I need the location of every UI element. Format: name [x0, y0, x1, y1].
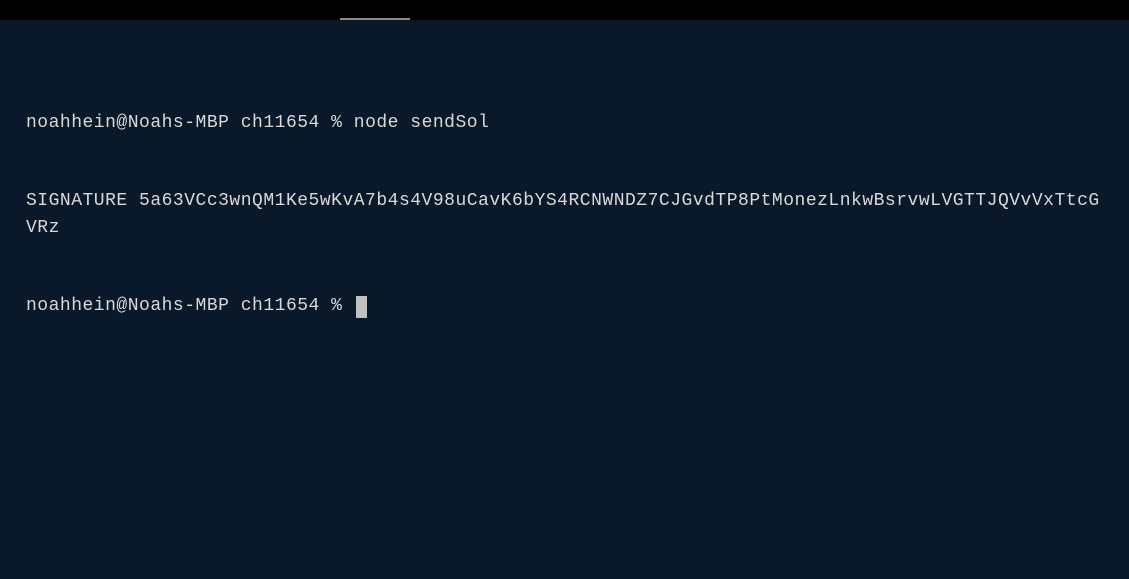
shell-prompt: noahhein@Noahs-MBP ch11654 %: [26, 296, 354, 316]
terminal-line: noahhein@Noahs-MBP ch11654 % node sendSo…: [26, 110, 1103, 136]
shell-prompt: noahhein@Noahs-MBP ch11654 %: [26, 113, 354, 133]
shell-command: node sendSol: [354, 113, 490, 133]
terminal-cursor[interactable]: [356, 296, 367, 318]
terminal-line: noahhein@Noahs-MBP ch11654 %: [26, 293, 1103, 319]
terminal-area[interactable]: noahhein@Noahs-MBP ch11654 % node sendSo…: [0, 20, 1129, 345]
window-titlebar: [0, 0, 1129, 20]
titlebar-tab-underline: [340, 18, 410, 20]
terminal-output: SIGNATURE 5a63VCc3wnQM1Ke5wKvA7b4s4V98uC…: [26, 188, 1103, 240]
